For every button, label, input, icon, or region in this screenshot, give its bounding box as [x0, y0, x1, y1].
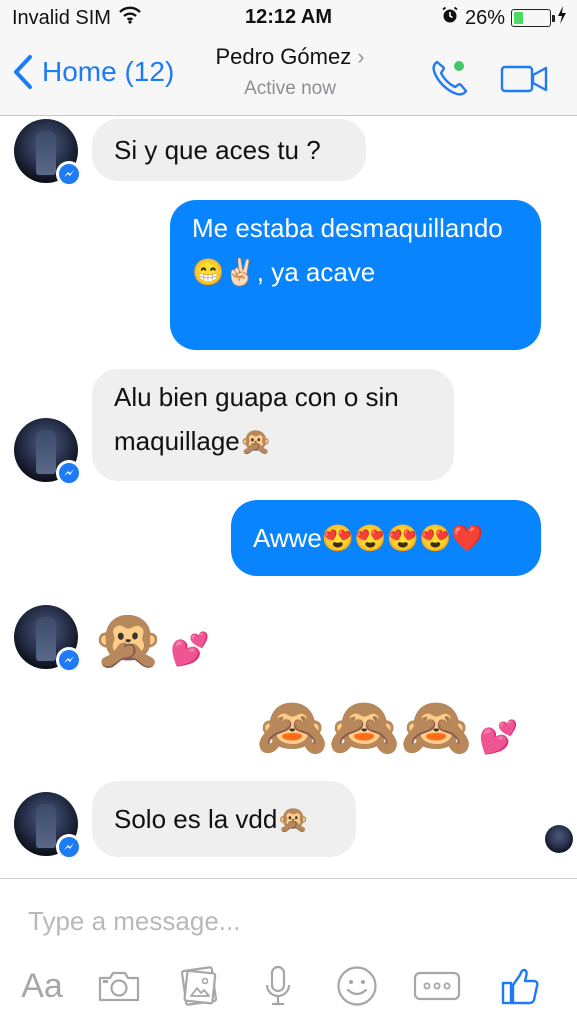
contact-avatar[interactable]: [14, 605, 82, 673]
two-hearts-emoji: 💕: [478, 719, 519, 755]
battery-level-fill: [514, 12, 523, 24]
avatar-photo: [36, 617, 56, 661]
video-call-button[interactable]: [500, 62, 550, 96]
microphone-icon[interactable]: [262, 961, 294, 1011]
alarm-icon: [441, 6, 459, 30]
call-button[interactable]: [428, 56, 472, 100]
emoji-icon[interactable]: [334, 961, 380, 1011]
chevron-right-icon: ›: [357, 44, 365, 69]
status-bar: Invalid SIM 12:12 AM 26%: [0, 0, 577, 36]
messenger-screen: Invalid SIM 12:12 AM 26% Home (12) Pedro…: [0, 0, 577, 1024]
contact-name: Pedro Gómez: [215, 44, 352, 69]
battery-percent: 26%: [464, 6, 505, 29]
messenger-badge-icon: [56, 161, 82, 187]
message-bubble-incoming[interactable]: Solo es la vdd🙊: [92, 781, 356, 857]
contact-header[interactable]: Pedro Gómez › Active now: [190, 44, 390, 100]
message-bubble-outgoing[interactable]: Me estaba desmaquillando😁✌🏻, ya acave: [170, 200, 541, 350]
emoji-message-incoming[interactable]: 🙊 💕: [92, 595, 210, 669]
nav-bar: Home (12) Pedro Gómez › Active now: [0, 36, 577, 116]
message-bubble-outgoing[interactable]: Awwe😍😍😍😍❤️: [231, 500, 541, 576]
status-right: 26%: [441, 6, 567, 30]
see-no-evil-monkey-emoji: 🙈🙈🙈: [256, 695, 473, 760]
two-hearts-emoji: 💕: [170, 631, 211, 667]
video-camera-icon: [500, 65, 548, 93]
composer: Aa: [0, 878, 577, 1024]
contact-avatar[interactable]: [14, 418, 82, 486]
message-input[interactable]: [28, 901, 548, 941]
contact-status: Active now: [244, 78, 336, 99]
contact-avatar[interactable]: [14, 119, 82, 187]
text-format-icon[interactable]: Aa: [16, 961, 68, 1011]
avatar-photo: [36, 131, 56, 175]
more-icon[interactable]: [412, 961, 462, 1011]
phone-icon: [432, 60, 468, 96]
back-chevron-icon: [14, 55, 32, 89]
read-receipt-avatar: [545, 825, 573, 853]
camera-icon[interactable]: [96, 961, 142, 1011]
messenger-badge-icon: [56, 647, 82, 673]
battery-icon: [511, 9, 555, 27]
message-bubble-incoming[interactable]: Si y que aces tu ?: [92, 119, 366, 181]
messenger-badge-icon: [56, 834, 82, 860]
thumbs-up-icon[interactable]: [498, 961, 542, 1011]
message-bubble-incoming[interactable]: Alu bien guapa con o sin maquillage🙊: [92, 369, 454, 481]
avatar-photo: [36, 430, 56, 474]
composer-toolbar: Aa: [0, 961, 577, 1017]
message-list[interactable]: Si y que aces tu ? Me estaba desmaquilla…: [0, 117, 577, 877]
charging-icon: [557, 6, 567, 30]
battery-tip: [552, 15, 555, 22]
back-button[interactable]: Home (12): [12, 54, 174, 90]
messenger-badge-icon: [56, 460, 82, 486]
back-label: Home (12): [42, 56, 175, 87]
photo-gallery-icon[interactable]: [176, 961, 222, 1011]
emoji-message-outgoing[interactable]: 🙈🙈🙈 💕: [256, 687, 519, 757]
avatar-photo: [36, 804, 56, 848]
contact-avatar[interactable]: [14, 792, 82, 860]
speak-no-evil-monkey-emoji: 🙊: [92, 607, 165, 672]
